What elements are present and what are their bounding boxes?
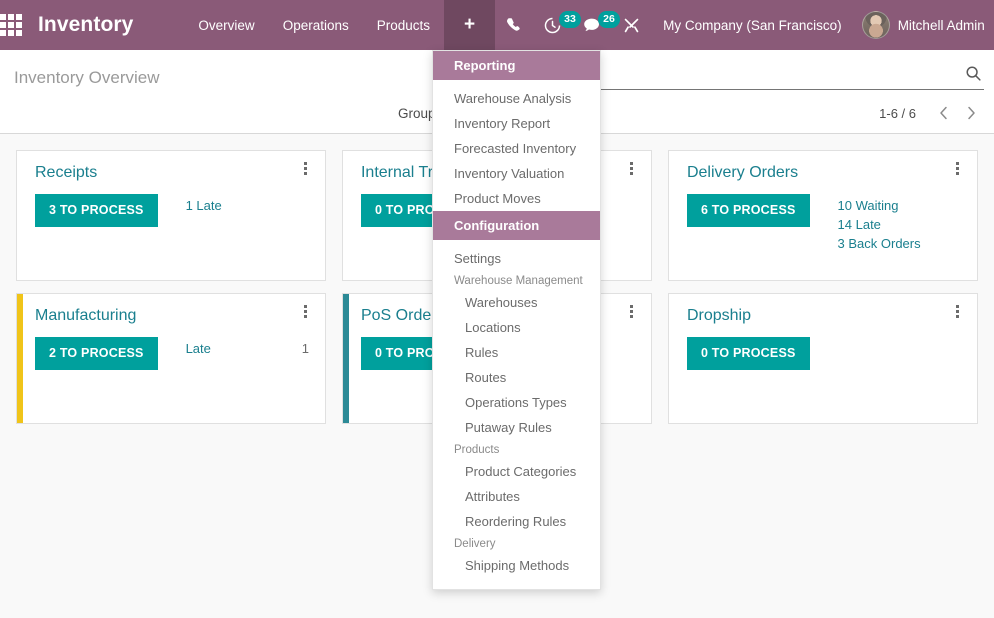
pager-next-button[interactable] — [958, 100, 984, 126]
card-title: Dropship — [686, 307, 751, 324]
card-title: Receipts — [35, 164, 98, 181]
messaging-button[interactable]: 26 — [572, 0, 620, 50]
card-body: 0 TO PROCESS — [686, 337, 961, 370]
chevron-left-icon — [939, 106, 947, 120]
wrench-tools-icon — [624, 18, 639, 32]
dropdown-menu-item[interactable]: Inventory Report — [433, 111, 600, 136]
vertical-ellipsis-icon[interactable] — [299, 305, 313, 318]
dropdown-menu-item[interactable]: Warehouse Analysis — [433, 86, 600, 111]
user-avatar — [861, 11, 890, 39]
dropdown-menu-item[interactable]: Inventory Valuation — [433, 161, 600, 186]
dropdown-menu-item[interactable]: Reordering Rules — [433, 509, 600, 534]
card-stat-label: 10 Waiting — [837, 198, 899, 214]
kanban-column: Manufacturing 2 TO PROCESS Late 1 — [8, 287, 334, 430]
card-title: Manufacturing — [35, 307, 137, 324]
main-menu-bar: Overview Operations Products + — [184, 0, 496, 50]
vertical-ellipsis-icon[interactable] — [299, 162, 313, 175]
kanban-card[interactable]: Manufacturing 2 TO PROCESS Late 1 — [16, 293, 326, 424]
menu-operations[interactable]: Operations — [269, 0, 363, 50]
dropdown-menu-item[interactable]: Warehouses — [433, 290, 600, 315]
menu-overview[interactable]: Overview — [184, 0, 268, 50]
card-stat-label: 14 Late — [837, 217, 881, 233]
card-stat-label: Late — [185, 341, 211, 357]
pager: 1-6 / 6 — [879, 100, 984, 126]
kanban-column: Dropship 0 TO PROCESS — [660, 287, 986, 430]
vertical-ellipsis-icon[interactable] — [951, 162, 965, 175]
vertical-ellipsis-icon[interactable] — [625, 305, 639, 318]
to-process-button[interactable]: 0 TO PROCESS — [686, 337, 810, 370]
page-title: Inventory Overview — [14, 68, 160, 87]
apps-menu-button[interactable] — [0, 0, 22, 50]
app-brand-inventory[interactable]: Inventory — [22, 0, 147, 50]
card-stat-row[interactable]: 14 Late — [838, 216, 961, 235]
card-color-stripe — [17, 294, 23, 423]
chevron-right-icon — [967, 106, 975, 120]
debug-tools-button[interactable] — [612, 0, 651, 50]
dropdown-menu-item[interactable]: Attributes — [433, 484, 600, 509]
user-name-label: Mitchell Admin — [897, 17, 985, 33]
pager-value: 1-6 / 6 — [879, 105, 916, 121]
user-menu[interactable]: Mitchell Admin — [854, 0, 994, 50]
vertical-ellipsis-icon[interactable] — [951, 305, 965, 318]
card-stats: 1 Late — [186, 194, 309, 216]
company-switcher[interactable]: My Company (San Francisco) — [651, 0, 854, 50]
card-stat-row[interactable]: 10 Waiting — [838, 197, 961, 216]
card-stat-label: 1 Late — [185, 198, 222, 214]
dropdown-group-label: Delivery — [454, 538, 496, 550]
more-menu-dropdown: Reporting Warehouse Analysis Inventory Rep… — [432, 50, 601, 590]
dropdown-menu-item[interactable]: Product Categories — [433, 459, 600, 484]
activities-button[interactable]: 33 — [533, 0, 581, 50]
phone-icon — [507, 18, 520, 31]
card-stats: Late 1 — [186, 337, 309, 359]
dropdown-menu-item[interactable]: Product Moves — [433, 186, 600, 211]
card-stats — [838, 337, 961, 340]
card-color-stripe — [342, 294, 349, 423]
card-body: 6 TO PROCESS 10 Waiting 14 Late 3 Back Orde… — [686, 194, 961, 254]
dropdown-menu-item[interactable]: Routes — [433, 365, 600, 390]
dropdown-group-label: Products — [454, 444, 500, 456]
card-body: 3 TO PROCESS 1 Late — [35, 194, 309, 227]
dropdown-menu-item[interactable]: Settings — [433, 246, 600, 271]
apps-grid-icon — [0, 14, 22, 36]
to-process-button[interactable]: 2 TO PROCESS — [35, 337, 158, 370]
dropdown-menu-item[interactable]: Rules — [433, 340, 600, 365]
phone-button[interactable] — [495, 0, 533, 50]
card-stat-label: 3 Back Orders — [837, 235, 921, 251]
top-navbar: Inventory Overview Operations Products +… — [0, 0, 994, 50]
kanban-card[interactable]: Delivery Orders 6 TO PROCESS 10 Waiting 14 … — [667, 150, 978, 281]
dropdown-group-label: Warehouse Management — [454, 275, 583, 287]
card-stat-value: 1 — [301, 341, 309, 357]
pager-previous-button[interactable] — [930, 100, 956, 126]
dropdown-section-header: Reporting — [433, 51, 600, 80]
systray: 33 26 My Company (San Francisco) Mitchel… — [495, 0, 994, 50]
dropdown-menu-item[interactable]: Operations Types — [433, 390, 600, 415]
card-stats: 10 Waiting 14 Late 3 Back Orders — [838, 194, 961, 254]
search-icon — [965, 65, 984, 87]
dropdown-menu-item[interactable]: Locations — [433, 315, 600, 340]
dropdown-menu-item[interactable]: Putaway Rules — [433, 415, 600, 440]
kanban-card[interactable]: Receipts 3 TO PROCESS 1 Late — [16, 150, 326, 281]
vertical-ellipsis-icon[interactable] — [625, 162, 639, 175]
kanban-card[interactable]: Dropship 0 TO PROCESS — [667, 293, 978, 424]
kanban-column: Receipts 3 TO PROCESS 1 Late — [8, 144, 334, 287]
menu-products[interactable]: Products — [363, 0, 444, 50]
menu-more-plus-button[interactable]: + — [444, 0, 496, 50]
card-stat-row[interactable]: Late 1 — [186, 340, 309, 359]
card-stat-row[interactable]: 1 Late — [186, 197, 309, 216]
card-title: Delivery Orders — [686, 164, 799, 181]
search-view[interactable] — [580, 62, 984, 90]
kanban-column: Delivery Orders 6 TO PROCESS 10 Waiting 14 … — [660, 144, 986, 287]
dropdown-menu-item[interactable]: Shipping Methods — [433, 553, 600, 578]
card-stat-row[interactable]: 3 Back Orders — [838, 235, 961, 254]
to-process-button[interactable]: 3 TO PROCESS — [35, 194, 158, 227]
to-process-button[interactable]: 6 TO PROCESS — [686, 194, 810, 227]
dropdown-section-header: Configuration — [433, 211, 600, 240]
dropdown-menu-item[interactable]: Forecasted Inventory — [433, 136, 600, 161]
card-body: 2 TO PROCESS Late 1 — [35, 337, 309, 370]
